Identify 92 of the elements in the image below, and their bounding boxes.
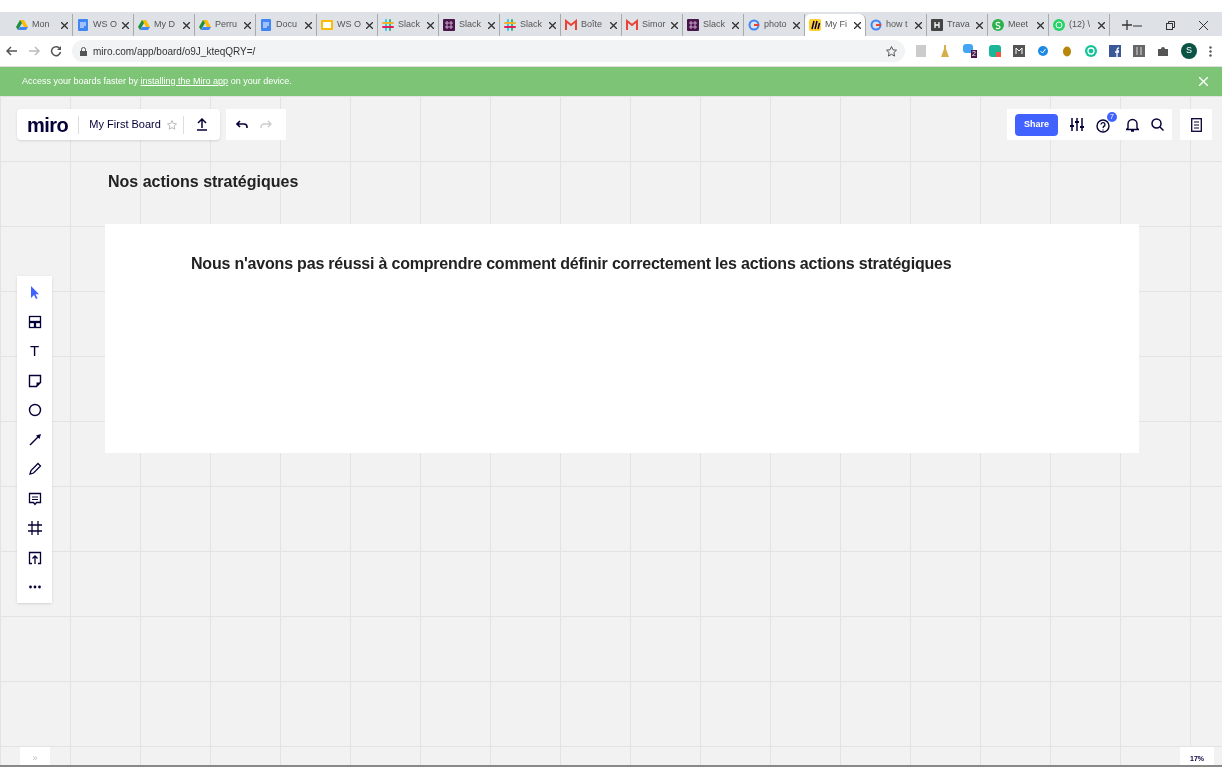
tab-title: WS O — [337, 18, 362, 32]
hash-icon — [687, 19, 699, 31]
board-name[interactable]: My First Board — [79, 116, 167, 133]
avatar[interactable]: S — [1181, 43, 1197, 59]
plus-icon[interactable] — [1122, 20, 1132, 30]
tab-title: photo — [764, 18, 788, 32]
close-icon[interactable] — [915, 21, 922, 29]
close-icon[interactable] — [976, 21, 983, 29]
tab-title: Slack — [459, 18, 482, 32]
drive-icon — [199, 19, 211, 31]
tab-title: Mon — [32, 18, 51, 32]
undo-icon[interactable] — [236, 120, 248, 129]
comment-icon[interactable] — [27, 491, 42, 506]
tab-title: (12) \ — [1069, 18, 1091, 32]
close-icon[interactable] — [732, 21, 739, 29]
upload-icon[interactable] — [195, 118, 208, 131]
miro-logo[interactable]: miro — [17, 109, 79, 140]
facebook-icon[interactable] — [1109, 45, 1121, 57]
tab-title: Meet — [1008, 18, 1029, 32]
close-icon[interactable] — [427, 21, 434, 29]
tab-title: Slack — [520, 18, 543, 32]
close-icon[interactable] — [61, 21, 68, 29]
close-icon[interactable] — [305, 21, 312, 29]
close-icon[interactable] — [549, 21, 556, 29]
card-text: Nous n'avons pas réussi à comprendre comment définir correctement les actions actions stratégiques — [191, 254, 953, 274]
templates-icon[interactable] — [27, 314, 42, 329]
star-icon[interactable] — [886, 45, 897, 57]
help-icon[interactable] — [1096, 118, 1110, 133]
notes-icon[interactable] — [1190, 117, 1202, 132]
circle-icon[interactable] — [27, 403, 42, 417]
reload-icon[interactable] — [50, 45, 62, 57]
arrow-icon[interactable] — [27, 432, 42, 447]
tab-title: how t — [886, 18, 909, 32]
star-icon[interactable] — [166, 119, 177, 130]
close-icon[interactable] — [854, 21, 861, 29]
tab-title: Slack — [703, 18, 726, 32]
close-icon[interactable] — [122, 21, 129, 29]
s-circle-icon — [992, 19, 1004, 31]
close-icon[interactable] — [1037, 21, 1044, 29]
hash-icon — [443, 19, 455, 31]
tab-title: My D — [154, 18, 176, 32]
tab-title: Trava — [947, 18, 971, 32]
document-icon — [77, 19, 89, 31]
close-icon[interactable] — [671, 21, 678, 29]
share-button[interactable]: Share — [1015, 113, 1058, 136]
banner-text: Access your boards faster by installing the Miro app on your device. — [22, 74, 292, 88]
close-icon[interactable] — [488, 21, 495, 29]
document-icon — [260, 19, 272, 31]
tab-title: Slack — [398, 18, 421, 32]
mail-icon — [626, 19, 638, 31]
mail-icon — [565, 19, 577, 31]
close-icon[interactable] — [793, 21, 800, 29]
browser-tab[interactable]: My Fi — [805, 14, 866, 36]
badge-icon[interactable] — [963, 44, 973, 53]
tab-title: My Fi — [825, 18, 848, 32]
address-bar[interactable]: miro.com/app/board/o9J_kteqQRY=/ — [72, 40, 905, 62]
tab-title: Simor — [642, 18, 667, 32]
search-icon[interactable] — [1151, 118, 1164, 131]
bell-icon[interactable] — [1126, 117, 1139, 132]
drive-icon — [138, 19, 150, 31]
close-icon[interactable] — [183, 21, 190, 29]
g-icon — [748, 19, 760, 31]
back-icon[interactable] — [6, 45, 18, 57]
miro-icon — [809, 19, 821, 31]
sliders-icon[interactable] — [1070, 118, 1084, 131]
h-icon — [931, 19, 943, 31]
upload-icon[interactable] — [27, 550, 42, 565]
text-tool[interactable]: T — [26, 344, 43, 358]
check-icon[interactable] — [1037, 45, 1049, 57]
tab-title: Docu — [276, 18, 298, 32]
slides-icon — [321, 19, 333, 31]
text-card[interactable]: Nous n'avons pas réussi à comprendre comment définir correctement les actions actions stratégiques — [105, 224, 1139, 453]
tab-title: WS O — [93, 18, 118, 32]
pen-icon[interactable] — [27, 462, 42, 476]
g-icon — [870, 19, 882, 31]
close-icon[interactable] — [610, 21, 617, 29]
drive-icon — [16, 19, 28, 31]
tab-title: Perru — [215, 18, 238, 32]
frame-icon[interactable] — [27, 521, 42, 535]
url-text: miro.com/app/board/o9J_kteqQRY=/ — [93, 44, 256, 59]
close-icon[interactable] — [366, 21, 373, 29]
more-icon[interactable] — [1209, 45, 1212, 57]
tab-title: Boîte — [581, 18, 603, 32]
close-icon[interactable] — [244, 21, 251, 29]
hash-icon — [504, 19, 516, 31]
close-icon[interactable] — [1199, 21, 1208, 30]
restore-icon[interactable] — [1166, 21, 1175, 30]
close-icon[interactable] — [1098, 21, 1105, 29]
m-icon[interactable] — [1013, 45, 1025, 57]
sticky-note-icon[interactable] — [27, 373, 42, 388]
hash-icon — [382, 19, 394, 31]
board-heading: Nos actions stratégiques — [108, 172, 299, 192]
